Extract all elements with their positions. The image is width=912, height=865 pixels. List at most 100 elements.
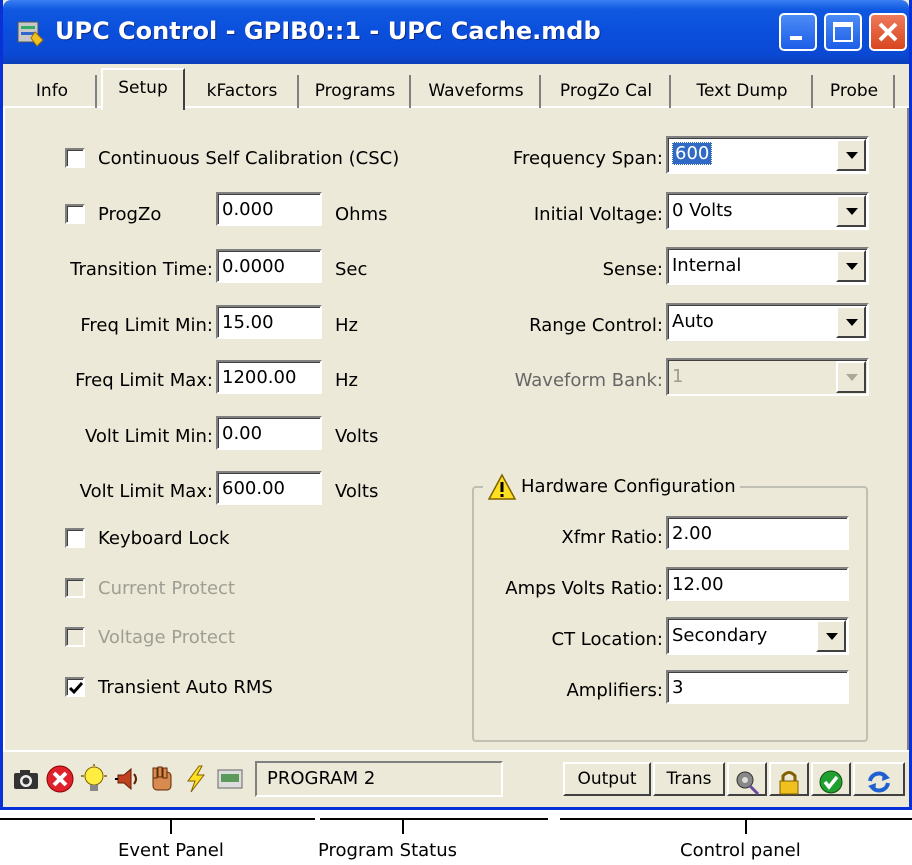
freq-min-input[interactable]: 15.00 — [216, 305, 322, 339]
hardware-configuration-label: Hardware Configuration — [521, 476, 736, 497]
frequency-span-select[interactable]: 600 — [666, 136, 869, 174]
waveform-bank-select[interactable]: 1 — [666, 358, 869, 396]
tab-progzo-cal[interactable]: ProgZo Cal — [543, 75, 671, 108]
sense-label: Sense: — [602, 259, 663, 280]
event-panel-tick — [170, 818, 172, 834]
lock-button[interactable] — [769, 762, 809, 796]
freq-min-label: Freq Limit Min: — [80, 315, 213, 336]
event-panel-callout: Event Panel — [118, 840, 224, 861]
transient-auto-rms-checkbox[interactable] — [65, 677, 85, 697]
tab-probe[interactable]: Probe — [815, 75, 895, 108]
range-control-dropdown[interactable] — [836, 306, 866, 338]
volt-max-input[interactable]: 600.00 — [216, 471, 322, 505]
range-control-select[interactable]: Auto — [666, 303, 869, 341]
sense-dropdown[interactable] — [836, 250, 866, 282]
hand-icon[interactable] — [147, 764, 177, 794]
program-status-bracket — [320, 818, 548, 820]
lightbulb-icon[interactable] — [79, 764, 109, 794]
range-control-value: Auto — [672, 311, 714, 332]
csc-checkbox[interactable] — [65, 148, 85, 168]
lightning-icon[interactable] — [181, 764, 211, 794]
app-window: UPC Control - GPIB0::1 - UPC Cache.mdb I… — [0, 0, 912, 810]
event-panel-bracket — [0, 818, 315, 820]
chevron-down-icon — [826, 633, 838, 640]
waveform-bank-dropdown[interactable] — [836, 361, 866, 393]
status-bar: PROGRAM 2 Output Trans — [3, 750, 909, 807]
xfmr-ratio-label: Xfmr Ratio: — [561, 527, 663, 548]
volt-min-input[interactable]: 0.00 — [216, 416, 322, 450]
close-button[interactable] — [869, 13, 907, 51]
title-bar[interactable]: UPC Control - GPIB0::1 - UPC Cache.mdb — [3, 0, 909, 64]
tab-waveforms[interactable]: Waveforms — [413, 75, 541, 108]
transition-time-input[interactable]: 0.0000 — [216, 249, 322, 283]
initial-voltage-dropdown[interactable] — [836, 195, 866, 227]
chevron-down-icon — [846, 374, 858, 381]
amps-volts-ratio-input[interactable]: 12.00 — [666, 567, 849, 601]
current-protect-label: Current Protect — [98, 578, 235, 599]
keyboard-lock-label: Keyboard Lock — [98, 528, 230, 549]
tab-setup[interactable]: Setup — [101, 68, 185, 110]
keyboard-lock-checkbox[interactable] — [65, 528, 85, 548]
frequency-span-label: Frequency Span: — [512, 148, 663, 169]
amps-volts-ratio-label: Amps Volts Ratio: — [505, 578, 663, 599]
amplifiers-input[interactable]: 3 — [666, 670, 849, 704]
probe-button[interactable] — [727, 762, 767, 796]
csc-label: Continuous Self Calibration (CSC) — [98, 148, 400, 169]
tab-programs[interactable]: Programs — [301, 75, 411, 108]
maximize-button[interactable] — [824, 13, 862, 51]
frequency-span-dropdown[interactable] — [836, 139, 866, 171]
error-icon[interactable] — [45, 764, 75, 794]
initial-voltage-value: 0 Volts — [672, 200, 733, 221]
voltage-protect-label: Voltage Protect — [98, 627, 235, 648]
ct-location-dropdown[interactable] — [816, 620, 846, 652]
volt-min-label: Volt Limit Min: — [84, 426, 213, 447]
progzo-input[interactable]: 0.000 — [216, 192, 322, 226]
program-status-callout: Program Status — [318, 840, 458, 861]
freq-max-input[interactable]: 1200.00 — [216, 360, 322, 394]
ok-button[interactable] — [811, 762, 851, 796]
ct-location-select[interactable]: Secondary — [666, 617, 849, 655]
close-icon — [878, 22, 898, 42]
waveform-bank-label: Waveform Bank: — [514, 370, 663, 391]
current-protect-checkbox[interactable] — [65, 578, 85, 598]
progzo-checkbox[interactable] — [65, 204, 85, 224]
trans-button[interactable]: Trans — [653, 762, 725, 796]
transition-time-label: Transition Time: — [70, 259, 213, 280]
transient-auto-rms-label: Transient Auto RMS — [98, 677, 273, 698]
probe-icon — [736, 771, 760, 796]
program-status: PROGRAM 2 — [255, 761, 503, 797]
camera-icon[interactable] — [11, 764, 41, 794]
tab-text-dump[interactable]: Text Dump — [673, 75, 813, 108]
control-panel-tick — [745, 818, 747, 834]
lock-icon — [779, 771, 799, 795]
refresh-button[interactable] — [853, 762, 905, 796]
volt-min-unit: Volts — [335, 426, 379, 447]
checkmark-icon — [68, 682, 84, 695]
window-title: UPC Control - GPIB0::1 - UPC Cache.mdb — [55, 17, 601, 45]
frequency-span-value: 600 — [672, 142, 713, 165]
volt-max-label: Volt Limit Max: — [79, 481, 213, 502]
display-icon[interactable] — [215, 764, 245, 794]
app-icon — [17, 21, 44, 47]
freq-max-unit: Hz — [335, 370, 358, 391]
sense-select[interactable]: Internal — [666, 247, 869, 285]
output-button[interactable]: Output — [563, 762, 651, 796]
refresh-icon — [868, 771, 890, 793]
chevron-down-icon — [846, 319, 858, 326]
hardware-configuration-title: Hardware Configuration — [483, 473, 740, 501]
speaker-icon[interactable] — [113, 764, 143, 794]
setup-panel: Continuous Self Calibration (CSC) ProgZo… — [3, 108, 909, 750]
xfmr-ratio-input[interactable]: 2.00 — [666, 516, 849, 550]
tab-kfactors[interactable]: kFactors — [187, 75, 299, 108]
waveform-bank-value: 1 — [672, 366, 684, 387]
initial-voltage-select[interactable]: 0 Volts — [666, 192, 869, 230]
chevron-down-icon — [846, 263, 858, 270]
voltage-protect-checkbox[interactable] — [65, 627, 85, 647]
maximize-icon — [833, 22, 853, 42]
control-panel-callout: Control panel — [680, 840, 801, 861]
tab-info[interactable]: Info — [9, 75, 97, 108]
progzo-unit: Ohms — [335, 204, 388, 225]
tab-strip: Info Setup kFactors Programs Waveforms P… — [3, 64, 909, 110]
volt-max-unit: Volts — [335, 481, 379, 502]
minimize-button[interactable] — [779, 13, 817, 51]
